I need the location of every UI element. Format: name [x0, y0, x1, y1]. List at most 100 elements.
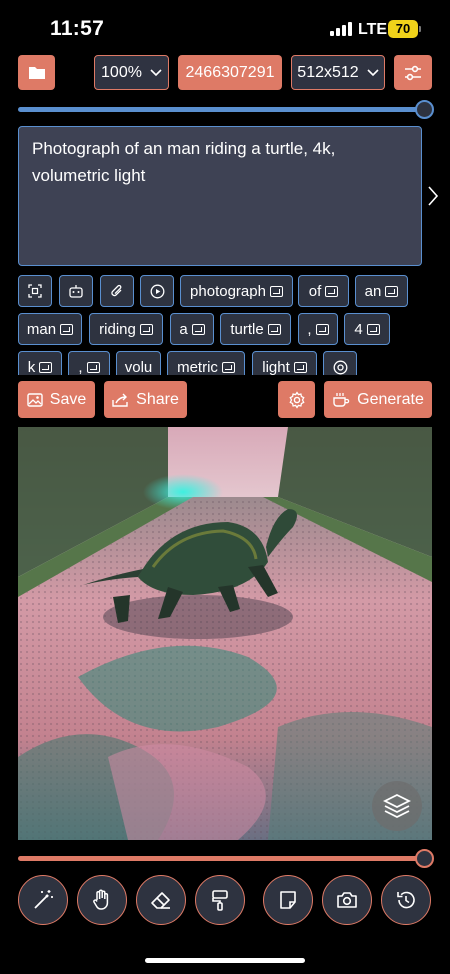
layers-icon	[383, 793, 411, 819]
strength-slider-track[interactable]	[18, 107, 426, 112]
enter-icon	[366, 323, 380, 335]
zoom-value: 100%	[101, 63, 142, 81]
token-chip[interactable]: k	[18, 351, 62, 375]
enter-icon	[86, 361, 100, 373]
token-label: turtle	[230, 320, 264, 338]
play-button[interactable]	[140, 275, 174, 307]
seed-button[interactable]: 2466307291	[178, 55, 282, 90]
status-bar: 11:57 LTE 70	[0, 0, 450, 54]
share-icon	[112, 393, 128, 407]
enter-icon	[315, 323, 329, 335]
image-icon	[27, 392, 43, 407]
token-chip[interactable]: riding	[89, 313, 163, 345]
cup-icon	[333, 392, 350, 407]
focus-frame-icon	[28, 284, 42, 298]
token-chip[interactable]: man	[18, 313, 82, 345]
camera-icon	[337, 892, 357, 908]
status-time: 11:57	[50, 17, 105, 40]
magic-wand-tool[interactable]	[18, 875, 68, 925]
token-label: k	[27, 358, 36, 376]
strength-slider-handle[interactable]	[415, 100, 434, 119]
enter-icon	[267, 323, 281, 335]
token-label: an	[364, 282, 382, 300]
hand-icon	[93, 889, 109, 910]
chevron-down-icon	[367, 68, 379, 76]
generate-label: Generate	[357, 390, 424, 408]
token-label: photograph	[190, 282, 266, 300]
enter-icon	[269, 285, 283, 297]
token-chip[interactable]: turtle	[220, 313, 291, 345]
eraser-tool[interactable]	[136, 875, 186, 925]
history-icon	[397, 891, 415, 909]
generated-image[interactable]	[18, 427, 432, 840]
brush-slider-handle[interactable]	[415, 849, 434, 868]
enter-icon	[139, 323, 153, 335]
token-chip[interactable]: ,	[68, 351, 110, 375]
zoom-select[interactable]: 100%	[94, 55, 169, 90]
token-chip[interactable]: volu	[116, 351, 161, 375]
gear-icon	[288, 390, 305, 409]
select-area-button[interactable]	[18, 275, 52, 307]
token-label: ,	[78, 358, 83, 376]
home-indicator[interactable]	[145, 958, 305, 963]
token-chip[interactable]: a	[170, 313, 214, 345]
token-chip[interactable]: 4	[344, 313, 390, 345]
seed-value: 2466307291	[185, 63, 275, 81]
chevron-down-icon	[150, 68, 162, 76]
sticky-note-tool[interactable]	[263, 875, 313, 925]
paint-roller-icon	[212, 890, 228, 911]
settings-button[interactable]	[394, 55, 432, 90]
chevron-right-icon[interactable]	[426, 185, 440, 207]
enter-icon	[39, 361, 53, 373]
folder-icon	[28, 67, 45, 79]
prompt-input[interactable]: Photograph of an man riding a turtle, 4k…	[18, 126, 422, 266]
token-label: light	[262, 358, 290, 376]
sticky-note-icon	[280, 891, 296, 909]
record-button[interactable]	[323, 351, 357, 375]
battery-icon: 70	[388, 20, 418, 38]
token-chip[interactable]: photograph	[180, 275, 293, 307]
target-icon	[333, 360, 347, 374]
sliders-icon	[405, 65, 421, 80]
size-select[interactable]: 512x512	[291, 55, 385, 90]
generate-button[interactable]: Generate	[324, 381, 432, 418]
token-chip[interactable]: ,	[298, 313, 338, 345]
share-button[interactable]: Share	[104, 381, 187, 418]
token-label: man	[26, 320, 57, 338]
layers-button[interactable]	[372, 781, 422, 831]
token-label: 4	[354, 320, 363, 338]
folder-button[interactable]	[18, 55, 55, 90]
brush-slider-track[interactable]	[18, 856, 426, 861]
paint-roller-tool[interactable]	[195, 875, 245, 925]
hand-tool[interactable]	[77, 875, 127, 925]
robot-icon	[69, 285, 83, 298]
enter-icon	[385, 285, 399, 297]
token-label: a	[179, 320, 188, 338]
token-chip[interactable]: metric	[167, 351, 245, 375]
enter-icon	[325, 285, 339, 297]
token-label: volu	[124, 358, 153, 376]
token-label: ,	[307, 320, 312, 338]
play-circle-icon	[150, 284, 164, 298]
token-chip[interactable]: of	[298, 275, 349, 307]
robot-button[interactable]	[59, 275, 93, 307]
battery-tip	[419, 26, 421, 32]
paperclip-icon	[111, 284, 122, 297]
magic-wand-icon	[34, 890, 53, 909]
history-tool[interactable]	[381, 875, 431, 925]
token-chip[interactable]: light	[252, 351, 317, 375]
token-chip[interactable]: an	[355, 275, 408, 307]
eraser-icon	[151, 892, 170, 909]
enter-icon	[293, 361, 307, 373]
signal-icon	[330, 22, 352, 36]
enter-icon	[221, 361, 235, 373]
size-value: 512x512	[297, 63, 359, 81]
attach-button[interactable]	[100, 275, 134, 307]
camera-tool[interactable]	[322, 875, 372, 925]
enter-icon	[60, 323, 74, 335]
save-label: Save	[49, 390, 87, 408]
token-label: riding	[99, 320, 136, 338]
token-label: metric	[177, 358, 218, 376]
gear-button[interactable]	[278, 381, 315, 418]
save-button[interactable]: Save	[18, 381, 95, 418]
